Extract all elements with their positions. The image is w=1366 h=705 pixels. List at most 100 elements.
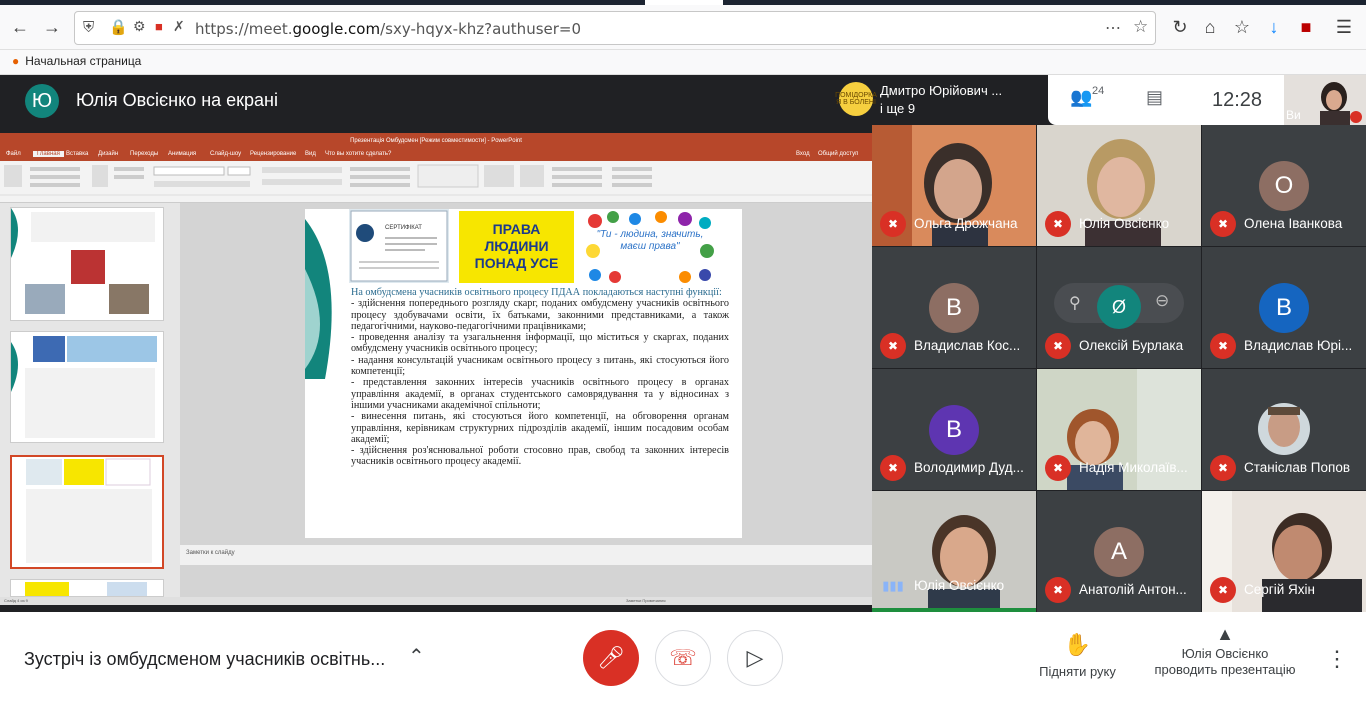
shield-icon[interactable]: ⛨ [83, 19, 94, 36]
bookmark-home[interactable]: ● Начальная страница [12, 54, 141, 68]
ppt-status-bar: Слайд 4 из 9 Заметки Примечания [0, 597, 872, 605]
meeting-title[interactable]: Зустріч із омбудсменом учасників освітнь… [24, 649, 385, 670]
current-slide: СЕРТИФІКАТ ПРАВА ЛЮДИНИ ПОНАД УСЕ "Ти - … [305, 209, 742, 538]
mic-off-icon: ✖ [1210, 577, 1236, 603]
meet-topbar: Ю Юлія Овсієнко на екрані ПОМІДОРКА Я В … [0, 75, 1366, 125]
lock-icon[interactable]: 🔒 [109, 18, 128, 36]
slide-thumb-2[interactable] [10, 207, 164, 321]
hang-up-button[interactable]: ☏ [655, 630, 711, 686]
slide-thumb-3[interactable] [10, 331, 164, 443]
chevron-up-icon[interactable]: ⌃ [408, 644, 425, 669]
url-text[interactable]: https://meet.google.com/sxy-hqyx-khz?aut… [195, 20, 581, 38]
participant-tile[interactable]: ✖ Станіслав Попов [1202, 369, 1366, 490]
ppt-menu-file: Файл [6, 151, 21, 157]
participant-name: Юлія Овсієнко [1079, 216, 1170, 231]
shared-screen: Презентація Омбудсмен [Режим совместимос… [0, 125, 872, 612]
ppt-menu-design: Дизайн [98, 151, 119, 157]
participant-tile[interactable]: ✖ Сергій Яхін [1202, 491, 1366, 612]
participant-name: Анатолій Антон... [1079, 582, 1187, 597]
page-actions-icon[interactable]: ⋯ [1105, 18, 1121, 38]
raise-hand-button[interactable]: ✋ Підняти руку [1030, 632, 1125, 679]
participants-summary[interactable]: ПОМІДОРКА Я В БОЛЕНІ Дмитро Юрійович ...… [832, 75, 1048, 125]
phone-hangup-icon: ☏ [669, 645, 697, 670]
ppt-menu-animation: Анимация [168, 151, 197, 157]
participant-name: Олексій Бурлака [1079, 338, 1184, 353]
certificate-label: СЕРТИФІКАТ [385, 225, 422, 231]
participant-tile[interactable]: А ✖ Анатолій Антон... [1037, 491, 1201, 612]
participant-avatar: О [1259, 161, 1309, 211]
bookmark-star-icon[interactable]: ☆ [1133, 17, 1148, 37]
people-icon[interactable]: 👥 [1070, 87, 1092, 108]
library-icon[interactable]: ☆ [1228, 13, 1256, 41]
mic-off-icon: ✖ [880, 455, 906, 481]
firefox-icon: ● [12, 54, 20, 68]
remove-icon[interactable]: ⊖ [1155, 291, 1169, 311]
presenting-line1: Юлія Овсієнко [1181, 646, 1269, 661]
slide-decoration [305, 219, 332, 379]
status-notes: Заметки Примечания [626, 598, 666, 603]
participant-tile-speaking[interactable]: ▮▮▮ Юлія Овсієнко [872, 491, 1036, 612]
participant-tile[interactable]: В ✖ Володимир Дуд... [872, 369, 1036, 490]
slide-bullet: - здійснення попереднього розгляду скарг… [351, 298, 729, 332]
hand-icon: ✋ [1063, 632, 1092, 657]
ppt-menu-slideshow: Слайд-шоу [210, 151, 242, 157]
slide-lead: На омбудсмена учасників освітнього проце… [351, 287, 722, 298]
ppt-menu-share: Общий доступ [818, 151, 859, 157]
pin-icon[interactable]: ⚲ [1069, 293, 1081, 313]
download-icon[interactable]: ↓ [1260, 13, 1288, 41]
ppt-menu-insert: Вставка [66, 151, 89, 157]
slide-thumb-5[interactable] [10, 579, 164, 597]
ublock-icon[interactable]: ■ [1292, 13, 1320, 41]
people-count: 24 [1092, 85, 1105, 97]
participant-avatar: В [1259, 283, 1309, 333]
participants-line1: Дмитро Юрійович ... [880, 83, 1003, 98]
participant-name: Володимир Дуд... [914, 460, 1024, 475]
participant-tile-hovered[interactable]: ⚲ Ø ⊖ ✖ Олексій Бурлака [1037, 247, 1201, 368]
forward-icon[interactable]: → [38, 13, 66, 41]
self-view[interactable]: Ви [1284, 75, 1366, 125]
menu-icon[interactable]: ☰ [1330, 13, 1358, 41]
slide-thumb-4[interactable] [10, 455, 164, 569]
mic-off-icon: ✖ [880, 333, 906, 359]
home-icon[interactable]: ⌂ [1196, 13, 1224, 41]
participant-avatar: В [929, 405, 979, 455]
browser-toolbar: ← → ⛨ 🔒 ⚙ ■ ✗ https://meet.google.com/sx… [0, 0, 1366, 50]
camera-button[interactable]: ▷ [727, 630, 783, 686]
mic-blocked-icon[interactable]: ✗ [173, 18, 185, 35]
ppt-menu-signin: Вход [796, 151, 810, 157]
participant-tile[interactable]: В ✖ Владислав Кос... [872, 247, 1036, 368]
mic-off-icon: ✖ [1210, 211, 1236, 237]
ppt-menu-review: Рецензирование [250, 151, 297, 157]
participant-tile[interactable]: В ✖ Владислав Юрі... [1202, 247, 1366, 368]
more-options-icon[interactable]: ⋮ [1326, 646, 1348, 672]
info-panel: 👥 24 ▤ 12:28 [1048, 75, 1284, 125]
active-tab[interactable] [645, 0, 723, 5]
ppt-ribbon [0, 161, 872, 203]
permissions-icon[interactable]: ⚙ [133, 18, 146, 35]
slide-body-text: На омбудсмена учасників освітнього проце… [351, 287, 729, 468]
reload-icon[interactable]: ↻ [1166, 13, 1194, 41]
ppt-menu-home: Главная [33, 151, 64, 157]
participant-tile[interactable]: О ✖ Олена Іванкова [1202, 125, 1366, 246]
mute-participant-icon[interactable]: Ø [1097, 285, 1141, 329]
address-bar[interactable]: ⛨ 🔒 ⚙ ■ ✗ https://meet.google.com/sxy-hq… [74, 11, 1156, 45]
participant-tile[interactable]: ✖ Надія Миколаїв... [1037, 369, 1201, 490]
presenting-button[interactable]: ▲ Юлія Овсієнко проводить презентацію [1140, 625, 1310, 678]
chat-icon[interactable]: ▤ [1146, 87, 1163, 108]
participant-name: Ольга Дрожчана [914, 216, 1018, 231]
camera-icon: ▷ [746, 645, 764, 670]
camera-sharing-icon[interactable]: ■ [155, 19, 163, 34]
participant-name: Надія Миколаїв... [1079, 460, 1188, 475]
participant-tile[interactable]: ✖ Юлія Овсієнко [1037, 125, 1201, 246]
mic-off-icon: ✖ [880, 211, 906, 237]
microphone-off-button[interactable]: 🎤︎ [583, 630, 639, 686]
participant-tile[interactable]: ✖ Ольга Дрожчана [872, 125, 1036, 246]
participant-name: Владислав Юрі... [1244, 338, 1353, 353]
back-icon[interactable]: ← [6, 13, 34, 41]
slide-bullet: - надання консультацій учасникам освітнь… [351, 354, 729, 378]
presenter-title: Юлія Овсієнко на екрані [76, 90, 278, 110]
presenter-avatar: Ю [25, 84, 59, 118]
speaking-indicator-icon: ▮▮▮ [882, 578, 904, 593]
participant-name: Владислав Кос... [914, 338, 1021, 353]
slide-bullet: - представлення законних інтересів учасн… [351, 377, 729, 411]
